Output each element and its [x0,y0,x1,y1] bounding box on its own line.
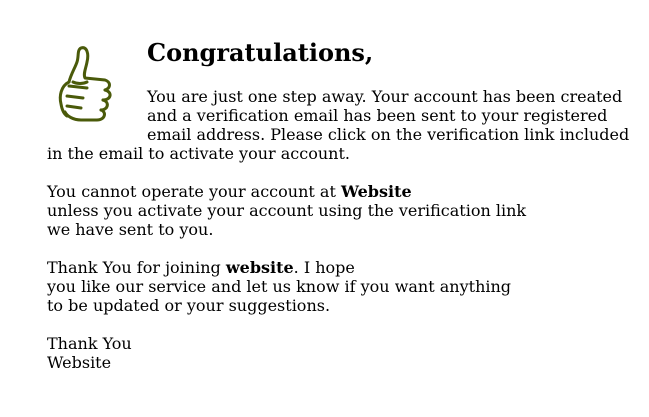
confirmation-message: Congratulations, You are just one step a… [47,38,637,372]
thumbs-up-icon [47,38,147,132]
site-name: Website [340,182,412,201]
thanks-line-2: you like our service and let us know if … [47,277,512,296]
thanks-line-3: to be updated or your suggestions. [47,296,331,315]
warning-line-3: we have sent to you. [47,220,214,239]
thanks-suffix: . I hope [293,258,355,277]
warning-line-2: unless you activate your account using t… [47,201,527,220]
activation-warning: You cannot operate your account at Websi… [47,182,637,239]
signature-line-2: Website [47,353,112,372]
thanks-prefix: Thank You for joining [47,258,226,277]
site-name-lower: website [225,258,294,277]
signature: Thank You Website [47,334,637,372]
warning-prefix: You cannot operate your account at [47,182,341,201]
signature-line-1: Thank You [47,334,132,353]
thanks-message: Thank You for joining website. I hope yo… [47,258,637,315]
